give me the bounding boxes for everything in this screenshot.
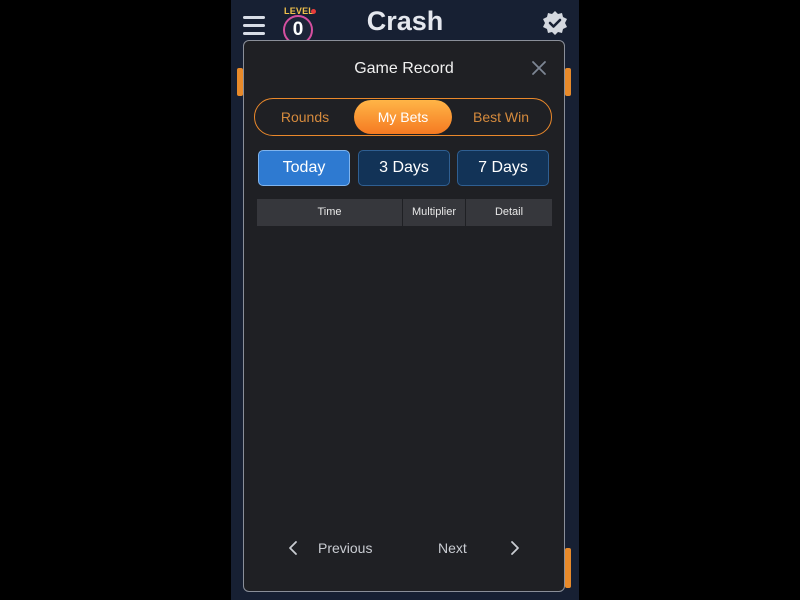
game-record-dialog: Game Record Rounds My Bets Best Win Toda… bbox=[243, 40, 565, 592]
dialog-title: Game Record bbox=[354, 60, 454, 77]
close-icon[interactable] bbox=[530, 59, 548, 77]
period-filter: Today 3 Days 7 Days bbox=[258, 150, 552, 188]
tab-rounds[interactable]: Rounds bbox=[257, 100, 353, 134]
tab-my-bets[interactable]: My Bets bbox=[354, 100, 452, 134]
column-header-detail: Detail bbox=[494, 206, 524, 218]
pagination: Previous Next bbox=[244, 537, 564, 561]
previous-button[interactable]: Previous bbox=[318, 540, 372, 556]
chevron-right-icon[interactable] bbox=[508, 539, 522, 557]
period-7-days-button[interactable]: 7 Days bbox=[457, 150, 549, 186]
next-button[interactable]: Next bbox=[438, 540, 467, 556]
background-button-edge bbox=[565, 68, 571, 96]
record-tabs: Rounds My Bets Best Win bbox=[254, 98, 552, 136]
column-header-multiplier: Multiplier bbox=[403, 199, 466, 226]
table-header: Time Multiplier Detail bbox=[257, 199, 552, 226]
chevron-left-icon[interactable] bbox=[286, 539, 300, 557]
period-today-button[interactable]: Today bbox=[258, 150, 350, 186]
tab-best-win[interactable]: Best Win bbox=[453, 100, 549, 134]
verified-badge-icon[interactable] bbox=[541, 10, 569, 38]
game-logo: Crash bbox=[366, 6, 444, 36]
period-3-days-button[interactable]: 3 Days bbox=[358, 150, 450, 186]
column-header-time: Time bbox=[257, 199, 403, 226]
background-button-edge bbox=[565, 548, 571, 588]
